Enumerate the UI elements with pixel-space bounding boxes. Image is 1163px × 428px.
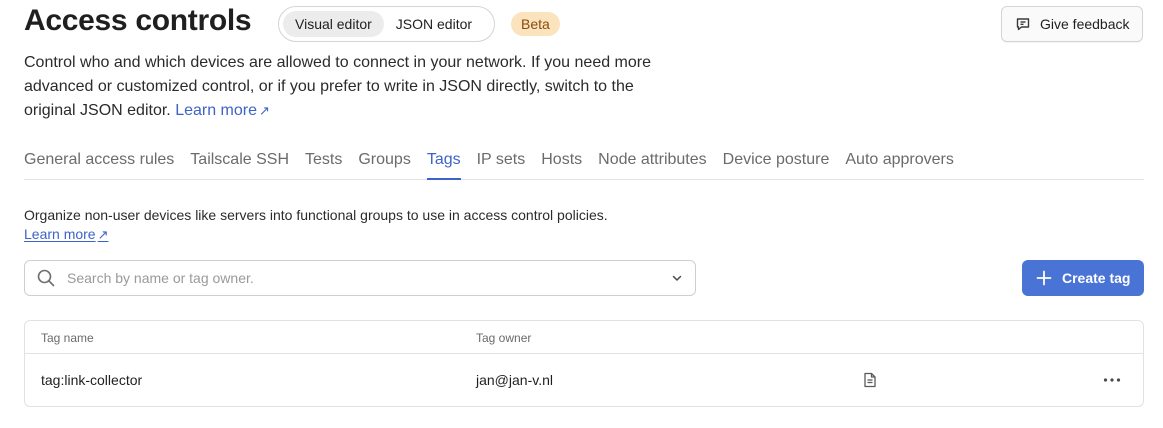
- learn-more-link[interactable]: Learn more ↗: [175, 102, 270, 119]
- tags-table: Tag name Tag owner tag:link-collector ja…: [24, 320, 1144, 407]
- policy-tabs: General access rules Tailscale SSH Tests…: [24, 140, 1144, 180]
- column-header-tag-owner: Tag owner: [476, 331, 532, 345]
- tags-learn-more: Learn more ↗: [24, 224, 109, 245]
- page-description-text: Control who and which devices are allowe…: [24, 54, 652, 119]
- tab-groups[interactable]: Groups: [358, 140, 410, 180]
- page-title: Access controls: [24, 4, 252, 37]
- visual-editor-tab[interactable]: Visual editor: [283, 11, 384, 37]
- create-tag-label: Create tag: [1062, 270, 1131, 286]
- tab-device-posture[interactable]: Device posture: [723, 140, 830, 180]
- table-row[interactable]: tag:link-collector jan@jan-v.nl: [25, 354, 1143, 406]
- arrow-up-right-icon: ↗: [97, 227, 109, 242]
- tags-description: Organize non-user devices like servers i…: [24, 207, 608, 223]
- search-input[interactable]: [67, 270, 659, 286]
- tab-tags[interactable]: Tags: [426, 140, 461, 180]
- document-icon[interactable]: [863, 372, 877, 388]
- create-tag-button[interactable]: Create tag: [1022, 260, 1144, 296]
- tags-learn-more-label: Learn more: [24, 226, 96, 242]
- tab-node-attributes[interactable]: Node attributes: [598, 140, 707, 180]
- table-header: Tag name Tag owner: [25, 321, 1143, 354]
- tags-learn-more-link[interactable]: Learn more ↗: [24, 226, 109, 242]
- arrow-up-right-icon: ↗: [259, 103, 270, 118]
- give-feedback-button[interactable]: Give feedback: [1001, 6, 1143, 42]
- page-description: Control who and which devices are allowe…: [24, 51, 664, 123]
- feedback-icon: [1016, 18, 1030, 31]
- tab-tailscale-ssh[interactable]: Tailscale SSH: [190, 140, 289, 180]
- give-feedback-label: Give feedback: [1040, 16, 1130, 32]
- tag-owner-cell: jan@jan-v.nl: [476, 372, 553, 388]
- learn-more-label: Learn more: [175, 102, 258, 119]
- search-icon: [37, 269, 55, 287]
- tab-hosts[interactable]: Hosts: [541, 140, 582, 180]
- chevron-down-icon[interactable]: [671, 272, 683, 284]
- tab-tests[interactable]: Tests: [305, 140, 342, 180]
- tab-auto-approvers[interactable]: Auto approvers: [845, 140, 954, 180]
- column-header-tag-name: Tag name: [41, 331, 94, 345]
- editor-toggle: Visual editor JSON editor: [278, 6, 495, 42]
- beta-badge: Beta: [511, 12, 560, 36]
- more-horizontal-icon[interactable]: [1103, 377, 1121, 383]
- plus-icon: [1036, 270, 1052, 286]
- tab-ip-sets[interactable]: IP sets: [477, 140, 526, 180]
- tab-general-access-rules[interactable]: General access rules: [24, 140, 174, 180]
- tag-search: [24, 260, 696, 296]
- tag-name-cell: tag:link-collector: [41, 372, 143, 388]
- json-editor-tab[interactable]: JSON editor: [384, 11, 484, 37]
